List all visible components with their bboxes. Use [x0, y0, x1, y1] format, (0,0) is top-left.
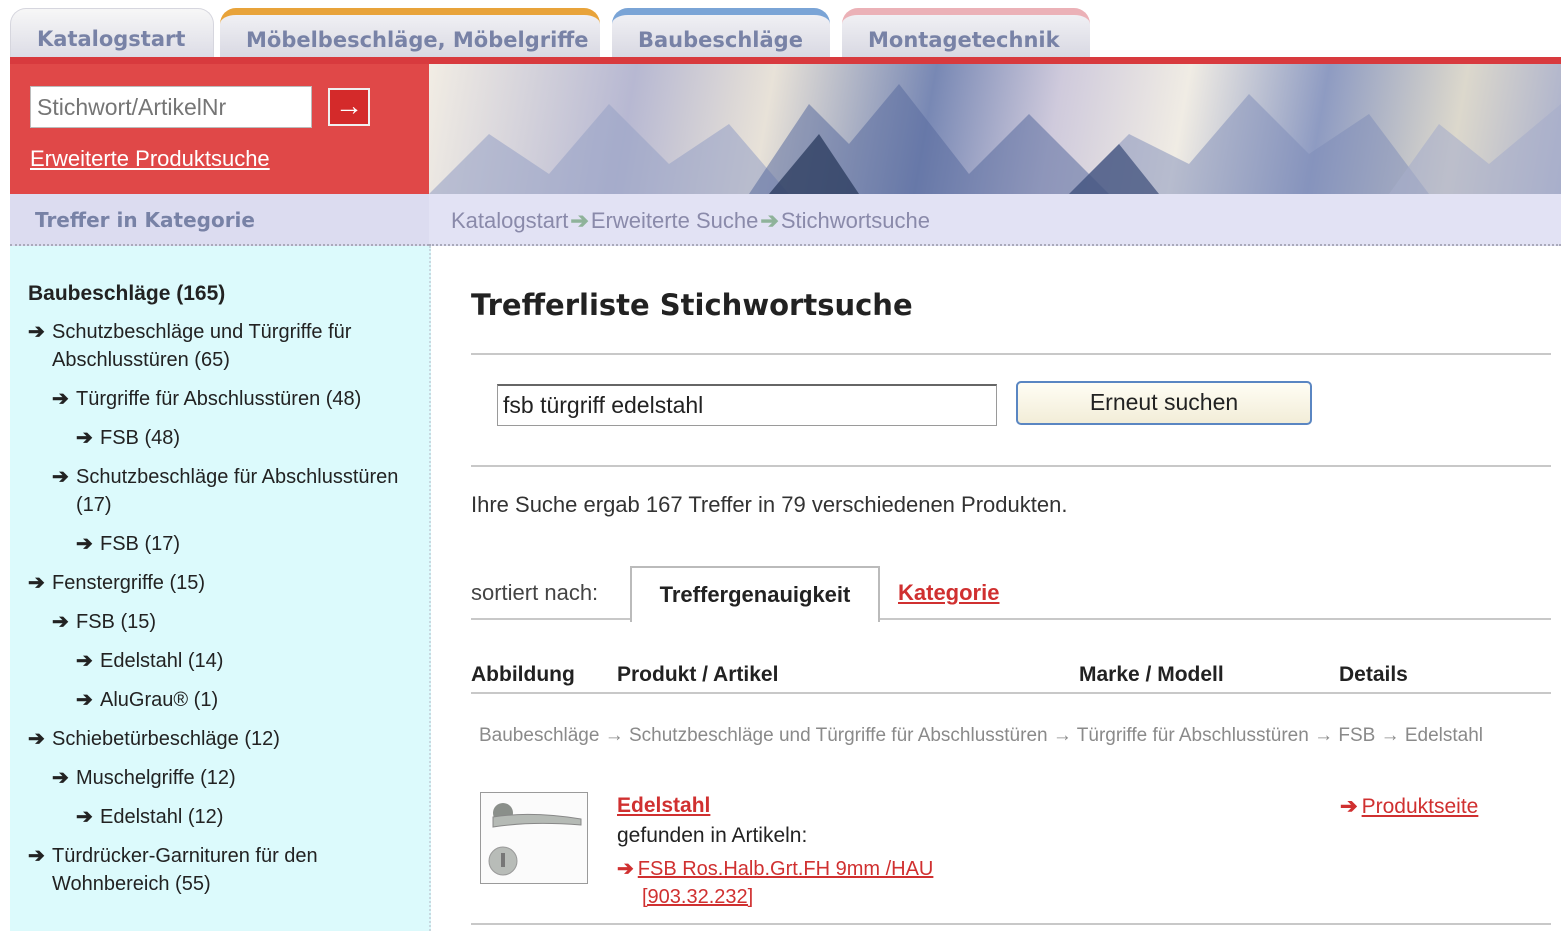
- arrow-right-icon: ➔: [1340, 795, 1358, 818]
- divider: [471, 353, 1551, 355]
- arrow-right-icon: ➔: [52, 388, 69, 410]
- product-name-link[interactable]: Edelstahl: [617, 794, 710, 818]
- divider: [471, 692, 1551, 694]
- arrow-right-icon: ➔: [76, 533, 93, 555]
- results-main: Trefferliste Stichwortsuche Erneut suche…: [471, 246, 1551, 931]
- header-banner-image: [429, 64, 1561, 194]
- arrow-right-icon: ➔: [28, 728, 45, 750]
- category-item[interactable]: ➔ FSB (15): [52, 608, 408, 636]
- arrow-right-icon: ➔: [760, 208, 779, 233]
- category-list: Baubeschläge (165) ➔ Schutzbeschläge und …: [28, 280, 408, 909]
- door-handle-icon: [488, 803, 582, 876]
- mountain-banner-graphic: [429, 84, 1561, 194]
- header-divider: [10, 57, 1561, 64]
- sidebar-title: Treffer in Kategorie: [10, 194, 429, 246]
- category-item[interactable]: ➔ Edelstahl (14): [76, 647, 408, 675]
- category-sidebar: Baubeschläge (165) ➔ Schutzbeschläge und …: [10, 246, 431, 931]
- breadcrumb: Katalogstart➔Erweiterte Suche➔Stichworts…: [429, 194, 1561, 246]
- category-item[interactable]: ➔ Fenstergriffe (15): [28, 569, 408, 597]
- category-item[interactable]: ➔ Edelstahl (12): [76, 803, 408, 831]
- search-again-button[interactable]: Erneut suchen: [1016, 381, 1312, 425]
- breadcrumb-item-katalogstart[interactable]: Katalogstart: [451, 208, 568, 233]
- arrow-right-icon: ➔: [76, 689, 93, 711]
- category-item[interactable]: ➔ Schutzbeschläge und Türgriffe für Absch…: [28, 318, 408, 374]
- category-item[interactable]: ➔ Türdrücker-Garnituren für den Wohnberei…: [28, 842, 408, 898]
- quick-search-panel: → Erweiterte Produktsuche: [10, 64, 429, 194]
- result-category-path: Baubeschläge → Schutzbeschläge und Türgr…: [479, 725, 1484, 746]
- arrow-right-icon: ➔: [28, 845, 45, 867]
- sort-label: sortiert nach:: [471, 580, 599, 605]
- breadcrumb-item-erweiterte-suche[interactable]: Erweiterte Suche: [591, 208, 759, 233]
- tab-montagetechnik[interactable]: Montagetechnik: [842, 8, 1090, 58]
- search-query-input[interactable]: [497, 384, 997, 426]
- search-go-button[interactable]: →: [328, 88, 370, 126]
- category-item[interactable]: ➔ AluGrau® (1): [76, 686, 408, 714]
- arrow-right-icon: ➔: [570, 208, 589, 233]
- sort-tab-treffergenauigkeit[interactable]: Treffergenauigkeit: [630, 566, 880, 622]
- column-header-details: Details: [1339, 663, 1408, 686]
- keyword-search-input[interactable]: [30, 86, 312, 128]
- arrow-right-icon: ➔: [52, 611, 69, 633]
- arrow-right-icon: ➔: [617, 858, 634, 880]
- page-title: Trefferliste Stichwortsuche: [471, 288, 913, 322]
- advanced-search-link[interactable]: Erweiterte Produktsuche: [30, 146, 270, 172]
- column-header-produkt: Produkt / Artikel: [617, 663, 779, 686]
- category-item[interactable]: ➔ Schiebetürbeschläge (12): [28, 725, 408, 753]
- tab-katalogstart[interactable]: Katalogstart: [10, 8, 214, 58]
- category-item[interactable]: ➔ Türgriffe für Abschlusstüren (48): [52, 385, 408, 413]
- arrow-right-icon: ➔: [76, 650, 93, 672]
- arrow-right-icon: ➔: [76, 427, 93, 449]
- result-summary: Ihre Suche ergab 167 Treffer in 79 versc…: [471, 492, 1068, 517]
- breadcrumb-item-stichwortsuche: Stichwortsuche: [780, 208, 930, 233]
- divider: [471, 923, 1551, 925]
- category-item[interactable]: ➔ FSB (48): [76, 424, 408, 452]
- main-tabs: Katalogstart Möbelbeschläge, Möbelgriffe…: [10, 0, 1561, 58]
- product-page-link[interactable]: ➔ Produktseite: [1340, 794, 1478, 819]
- column-header-marke: Marke / Modell: [1079, 663, 1224, 686]
- arrow-right-icon: ➔: [28, 321, 45, 343]
- sort-tab-kategorie[interactable]: Kategorie: [898, 580, 999, 606]
- tab-moebelbeschlaege[interactable]: Möbelbeschläge, Möbelgriffe: [220, 8, 600, 58]
- article-link[interactable]: ➔ FSB Ros.Halb.Grt.FH 9mm /HAU [903.32.23…: [617, 855, 933, 911]
- arrow-right-icon: ➔: [28, 572, 45, 594]
- found-in-label: gefunden in Artikeln:: [617, 824, 808, 847]
- category-heading[interactable]: Baubeschläge (165): [28, 280, 408, 308]
- column-header-abbildung: Abbildung: [471, 663, 575, 686]
- arrow-right-icon: ➔: [52, 466, 69, 488]
- article-number[interactable]: [903.32.232]: [617, 883, 933, 911]
- category-item[interactable]: ➔ FSB (17): [76, 530, 408, 558]
- arrow-right-icon: ➔: [52, 767, 69, 789]
- arrow-right-icon: ➔: [76, 806, 93, 828]
- article-name[interactable]: FSB Ros.Halb.Grt.FH 9mm /HAU: [638, 858, 934, 880]
- tab-baubeschlaege[interactable]: Baubeschläge: [612, 8, 830, 58]
- category-item[interactable]: ➔ Muschelgriffe (12): [52, 764, 408, 792]
- category-item[interactable]: ➔ Schutzbeschläge für Abschlusstüren (17): [52, 463, 408, 519]
- divider: [471, 465, 1551, 467]
- product-thumbnail[interactable]: [480, 792, 588, 884]
